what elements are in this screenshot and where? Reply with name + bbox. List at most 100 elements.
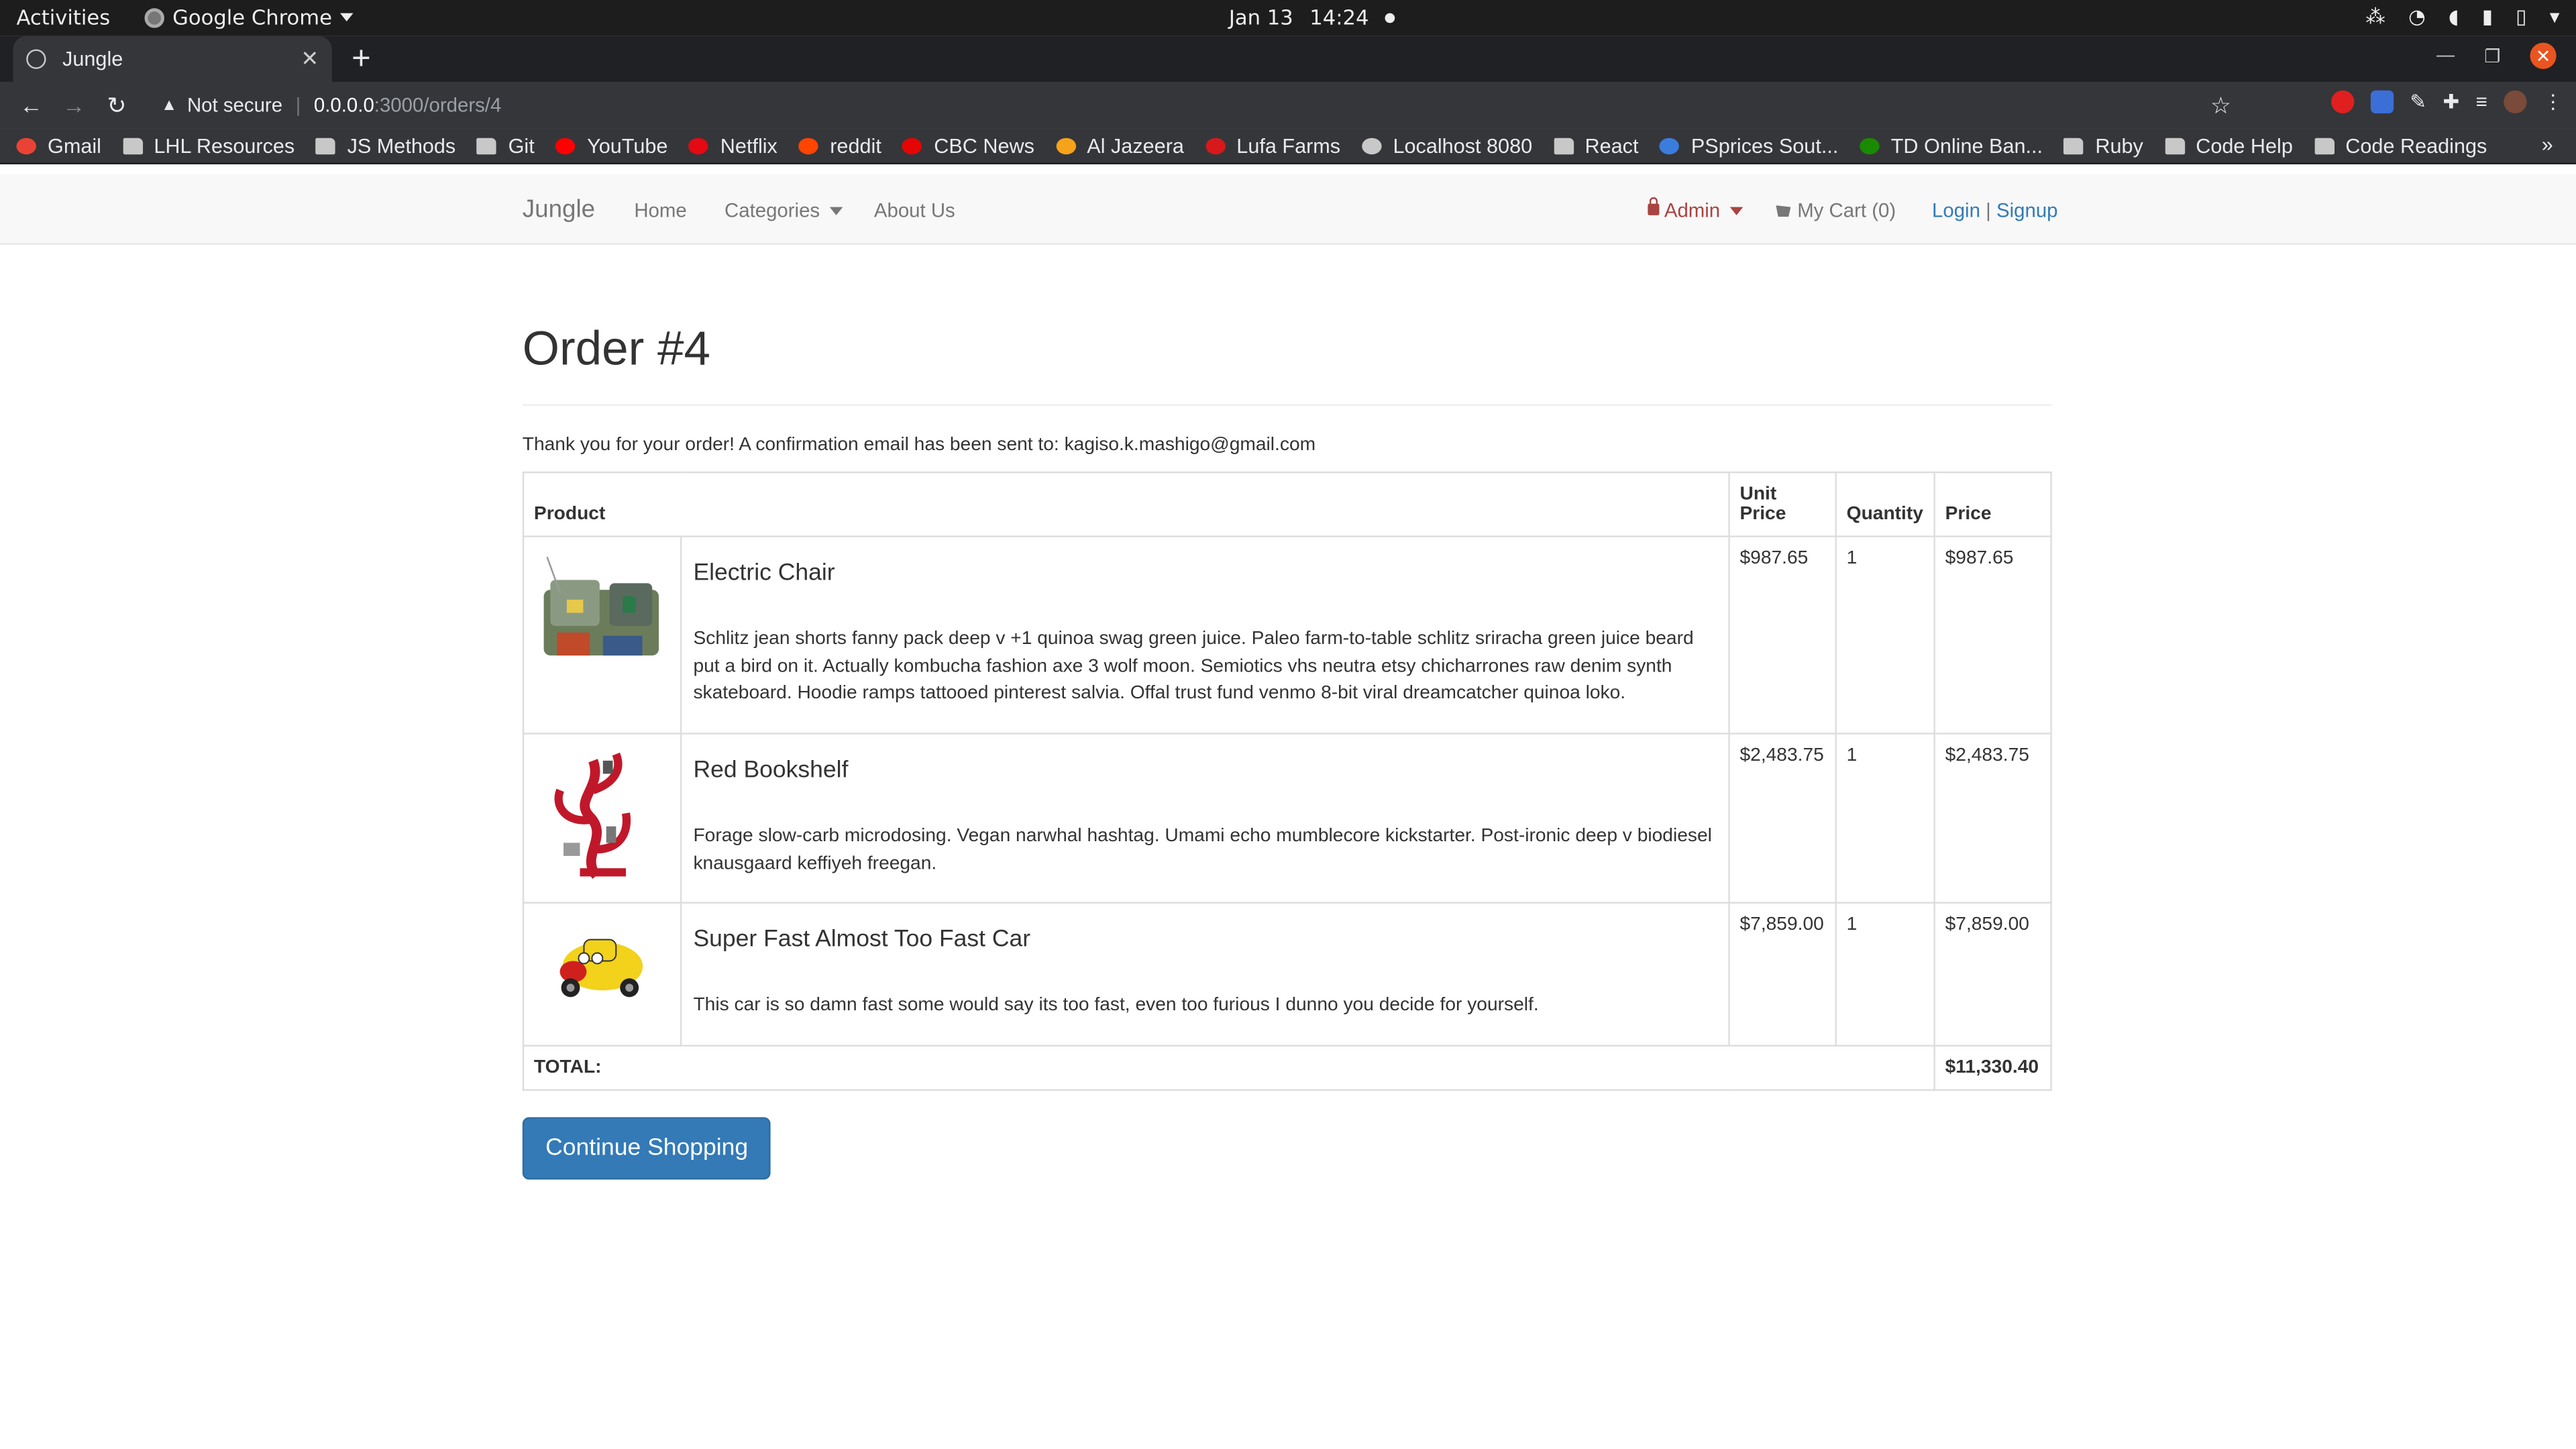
bookmark-item[interactable]: TD Online Ban... (1860, 134, 2043, 157)
nav-admin-label: Admin (1664, 199, 1721, 222)
continue-shopping-button[interactable]: Continue Shopping (522, 1117, 771, 1180)
cbc-icon (902, 137, 923, 154)
chrome-icon (144, 7, 164, 28)
chevron-down-icon (340, 13, 354, 21)
bookmark-item[interactable]: Gmail (16, 134, 101, 157)
bookmark-item[interactable]: reddit (798, 133, 881, 157)
bookmark-item[interactable]: Code Readings (2314, 134, 2487, 157)
product-details: Red Bookshelf Forage slow-carb microdosi… (680, 733, 1730, 904)
product-name: Electric Chair (693, 560, 835, 587)
quantity-cell: 1 (1835, 535, 1935, 735)
not-secure-label[interactable]: Not secure (187, 94, 282, 117)
nav-about[interactable]: About Us (874, 199, 955, 221)
download-extension-icon[interactable] (2370, 90, 2394, 113)
bookmark-label: TD Online Ban... (1890, 133, 2043, 157)
forward-icon[interactable]: → (56, 92, 92, 118)
minimize-icon[interactable]: — (2436, 46, 2455, 66)
extensions-area: ✎ ✚ ≡ ⋮ (2330, 90, 2563, 113)
bookmark-label: Code Help (2196, 133, 2293, 157)
bookmark-item[interactable]: PSprices Sout... (1660, 134, 1838, 157)
activities-button[interactable]: Activities (16, 5, 110, 30)
puzzle-icon[interactable]: ✚ (2443, 91, 2459, 113)
lufa-icon (1205, 137, 1226, 154)
product-description: Schlitz jean shorts fanny pack deep v +1… (693, 629, 1694, 704)
bookmark-item[interactable]: Al Jazeera (1055, 134, 1184, 157)
new-tab-button[interactable]: + (352, 41, 371, 78)
bookmark-item[interactable]: CBC News (902, 134, 1034, 157)
netflix-icon (689, 137, 709, 154)
auth-separator: | (1986, 199, 1991, 222)
bookmark-item[interactable]: JS Methods (316, 134, 455, 157)
bookmark-label: Gmail (48, 133, 101, 157)
login-link[interactable]: Login (1932, 199, 1980, 221)
tab-title: Jungle (62, 48, 123, 71)
media-control-icon[interactable]: ≡ (2476, 91, 2487, 113)
bookmark-star-icon[interactable]: ☆ (2210, 91, 2231, 119)
url-host: 0.0.0.0 (313, 93, 374, 117)
total-row: TOTAL: $11,330.40 (522, 1044, 2052, 1091)
bookmark-item[interactable]: Git (477, 134, 535, 157)
close-window-icon[interactable]: ✕ (2530, 42, 2557, 69)
clock[interactable]: Jan 13 14:24 (1229, 5, 1395, 30)
bookmark-label: YouTube (587, 133, 668, 157)
volume-icon: ◖ (2449, 5, 2459, 28)
restore-icon[interactable]: ❐ (2484, 45, 2500, 66)
folder-icon (316, 137, 336, 154)
folder-icon (1553, 137, 1574, 154)
bookmark-item[interactable]: Localhost 8080 (1361, 134, 1532, 157)
network-icon: ⁂ (2365, 5, 2385, 28)
bookmark-item[interactable]: Netflix (689, 134, 777, 157)
signup-link[interactable]: Signup (1996, 199, 2058, 221)
nav-cart-label: My Cart (0) (1797, 199, 1896, 222)
site-brand[interactable]: Jungle (523, 195, 595, 223)
bookmark-label: Netflix (720, 133, 777, 157)
app-menu[interactable]: Google Chrome (144, 5, 354, 30)
back-icon[interactable]: ← (13, 92, 50, 118)
folder-icon (2164, 137, 2185, 154)
folder-icon (122, 137, 143, 154)
kebab-menu-icon[interactable]: ⋮ (2543, 91, 2563, 113)
tab-jungle[interactable]: Jungle ✕ (13, 36, 332, 83)
bookmark-label: reddit (830, 133, 881, 157)
more-bookmarks-button[interactable]: » (2542, 133, 2553, 156)
bookmark-item[interactable]: LHL Resources (122, 134, 294, 157)
adblock-icon[interactable] (2330, 90, 2355, 113)
nav-home[interactable]: Home (634, 199, 686, 221)
nav-admin[interactable]: Admin (1648, 197, 1744, 222)
system-tray[interactable]: ⁂ ◔ ◖ ▮ ▯ ▾ (2365, 5, 2559, 28)
toy-car-image (559, 938, 643, 998)
product-details: Electric Chair Schlitz jean shorts fanny… (680, 535, 1730, 735)
folder-icon (2063, 137, 2084, 154)
reload-icon[interactable]: ↻ (99, 91, 135, 119)
header-price: Price (1933, 471, 2052, 537)
address-bar[interactable]: ▲ Not secure | 0.0.0.0 :3000/orders/4 ☆ (148, 89, 2231, 121)
header-unit-price: Unit Price (1728, 471, 1837, 537)
bookmark-label: Code Readings (2345, 133, 2487, 157)
web-page: Jungle Home Categories About Us Admin My… (0, 174, 2576, 1446)
close-tab-icon[interactable]: ✕ (301, 46, 319, 72)
nav-cart[interactable]: My Cart (0) (1776, 199, 1896, 222)
folder-icon (2314, 137, 2334, 154)
microphone-icon: ▮ (2481, 5, 2493, 28)
price-cell: $2,483.75 (1933, 733, 2052, 904)
product-image-cell (522, 535, 682, 735)
bookmark-item[interactable]: Ruby (2063, 134, 2143, 157)
bookmark-item[interactable]: Lufa Farms (1205, 134, 1340, 157)
td-icon (1860, 137, 1880, 154)
os-top-bar: Activities Google Chrome Jan 13 14:24 ⁂ … (0, 0, 2576, 36)
total-value: $11,330.40 (1933, 1044, 2052, 1091)
globe-icon (26, 49, 46, 69)
header-unit-price-line1: Unit (1739, 484, 1777, 504)
nav-categories[interactable]: Categories (724, 199, 844, 222)
avatar[interactable] (2504, 90, 2527, 113)
bookmark-item[interactable]: React (1553, 134, 1638, 157)
bookmark-item[interactable]: YouTube (555, 133, 668, 157)
warning-icon: ▲ (161, 96, 178, 115)
gmail-icon (16, 137, 36, 154)
eyedropper-icon[interactable]: ✎ (2410, 91, 2426, 113)
lock-icon (1648, 197, 1660, 215)
divider (522, 404, 2052, 406)
bookmark-item[interactable]: Code Help (2164, 133, 2293, 157)
product-description: Forage slow-carb microdosing. Vegan narw… (693, 826, 1712, 874)
bookmark-label: PSprices Sout... (1690, 133, 1839, 157)
